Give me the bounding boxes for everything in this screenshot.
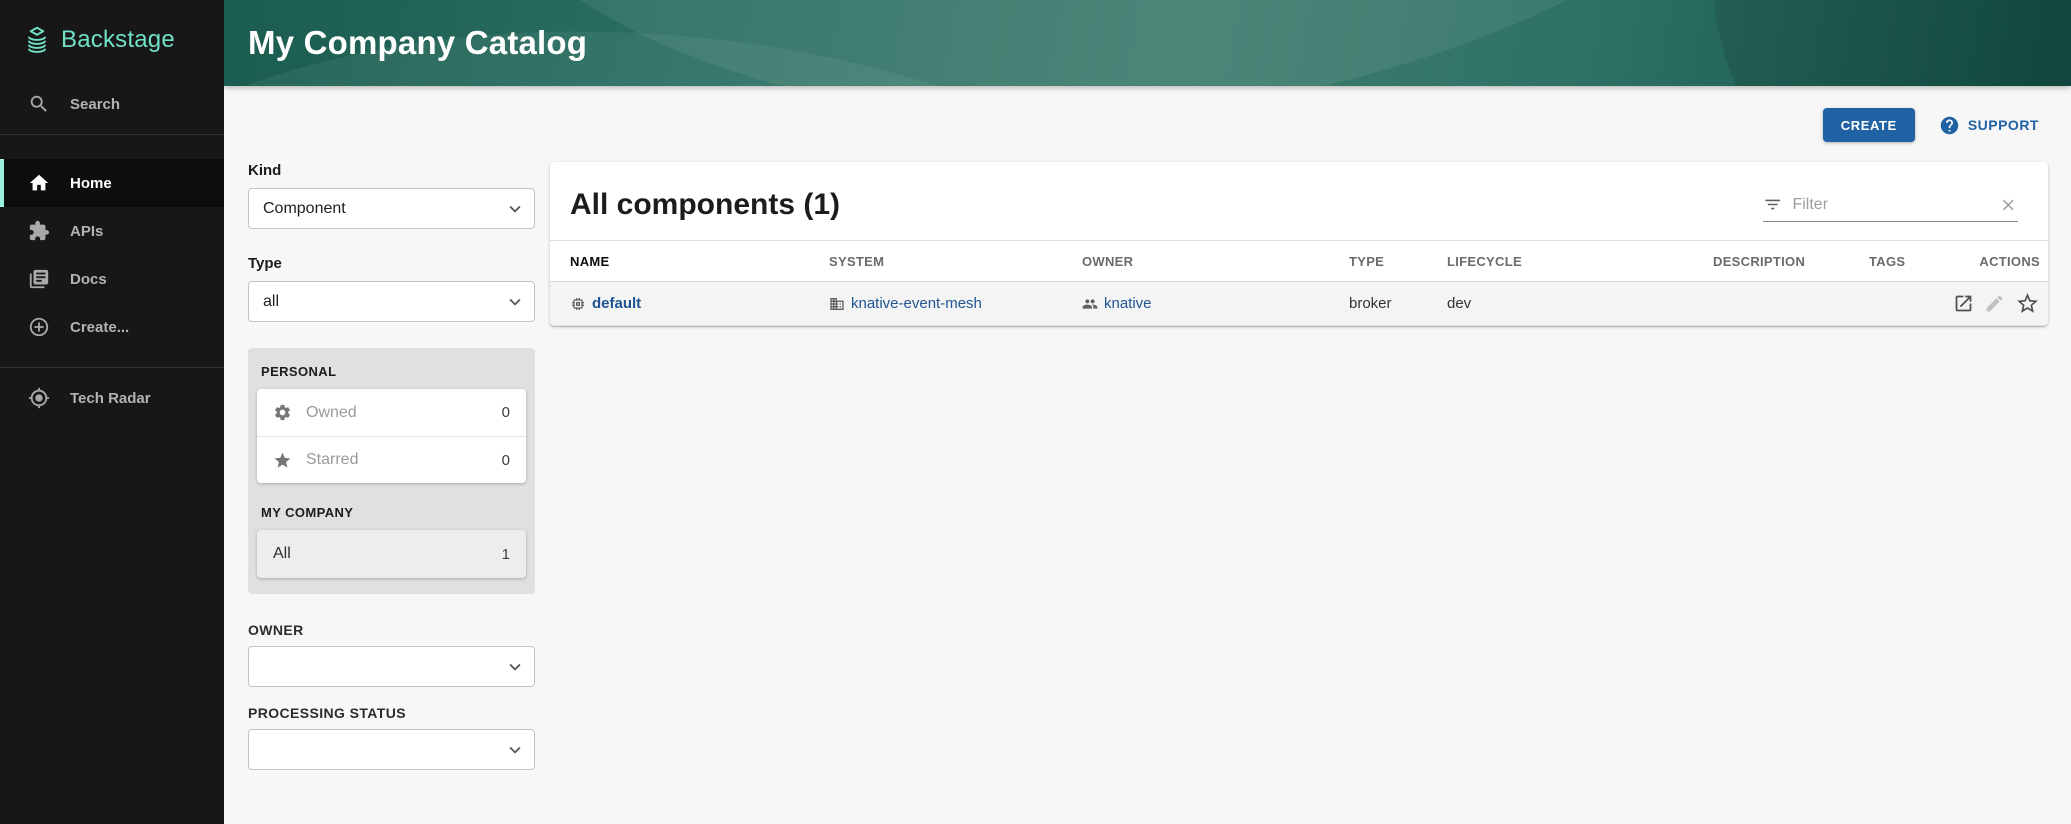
column-header-name[interactable]: NAME (570, 254, 829, 269)
support-button[interactable]: SUPPORT (1939, 115, 2039, 136)
kind-select-value: Component (263, 200, 346, 218)
processing-status-select[interactable] (248, 729, 535, 770)
type-label: Type (248, 255, 535, 272)
company-section-title: MY COMPANY (261, 505, 526, 520)
catalog-card: All components (1) NAME SYSTEM OWNER TYP… (550, 162, 2048, 326)
chevron-down-icon (504, 198, 526, 220)
puzzle-icon (28, 220, 50, 242)
row-actions (1949, 291, 2040, 316)
entity-link-default[interactable]: default (592, 295, 641, 312)
personal-section-title: PERSONAL (261, 364, 526, 379)
cell-type: broker (1349, 295, 1447, 312)
edit-icon[interactable] (1984, 293, 2005, 314)
table-filter-input[interactable] (1792, 196, 1999, 214)
sidebar-item-tech-radar[interactable]: Tech Radar (0, 374, 224, 422)
backstage-logo-icon (22, 25, 52, 55)
picker-item-label: Starred (306, 451, 502, 469)
create-button[interactable]: CREATE (1823, 108, 1915, 142)
type-select-value: all (263, 293, 279, 311)
home-icon (28, 172, 50, 194)
picker-item-count: 0 (502, 452, 510, 469)
column-header-system[interactable]: SYSTEM (829, 254, 1082, 269)
picker-item-count: 1 (502, 546, 510, 563)
backstage-logo-text: Backstage (61, 26, 175, 54)
sidebar-item-apis[interactable]: APIs (0, 207, 224, 255)
open-in-new-icon[interactable] (1953, 293, 1974, 314)
column-header-owner[interactable]: OWNER (1082, 254, 1349, 269)
catalog-table: NAME SYSTEM OWNER TYPE LIFECYCLE DESCRIP… (550, 240, 2048, 326)
column-header-description[interactable]: DESCRIPTION (1713, 254, 1869, 269)
sidebar-item-search[interactable]: Search (0, 80, 224, 128)
plus-circle-icon (28, 316, 50, 338)
processing-status-label: PROCESSING STATUS (248, 705, 535, 721)
kind-label: Kind (248, 162, 535, 179)
sidebar-item-docs[interactable]: Docs (0, 255, 224, 303)
support-label: SUPPORT (1968, 117, 2039, 133)
owner-link[interactable]: knative (1104, 295, 1152, 312)
system-link[interactable]: knative-event-mesh (851, 295, 982, 312)
page-title: My Company Catalog (248, 24, 587, 62)
sidebar-item-label: APIs (70, 223, 103, 240)
sidebar-item-create[interactable]: Create... (0, 303, 224, 351)
owner-label: OWNER (248, 622, 535, 638)
kind-select[interactable]: Component (248, 188, 535, 229)
gear-icon (273, 403, 292, 422)
picker-item-label: All (273, 545, 502, 563)
star-outline-icon[interactable] (2015, 291, 2040, 316)
picker-item-count: 0 (502, 404, 510, 421)
sidebar-divider (0, 134, 224, 135)
chevron-down-icon (504, 739, 526, 761)
column-header-tags[interactable]: TAGS (1869, 254, 1949, 269)
page-header: My Company Catalog (224, 0, 2071, 86)
cell-lifecycle: dev (1447, 295, 1713, 312)
table-header-row: NAME SYSTEM OWNER TYPE LIFECYCLE DESCRIP… (550, 240, 2048, 282)
clear-filter-icon[interactable] (1999, 195, 2018, 215)
star-icon (273, 451, 292, 470)
type-select[interactable]: all (248, 281, 535, 322)
picker-item-owned[interactable]: Owned 0 (257, 389, 526, 436)
column-header-lifecycle[interactable]: LIFECYCLE (1447, 254, 1713, 269)
component-chip-icon (570, 296, 586, 312)
chevron-down-icon (504, 656, 526, 678)
picker-item-starred[interactable]: Starred 0 (257, 436, 526, 483)
catalog-title: All components (1) (570, 188, 840, 222)
picker-item-label: Owned (306, 404, 502, 422)
table-filter (1763, 194, 2018, 222)
sidebar-item-label: Create... (70, 319, 129, 336)
radar-icon (28, 387, 50, 409)
sidebar-item-label: Search (70, 96, 120, 113)
system-building-icon (829, 296, 845, 312)
owner-select[interactable] (248, 646, 535, 687)
filter-list-icon (1763, 194, 1782, 215)
search-icon (28, 93, 50, 115)
filters-panel: Kind Component Type all PERSONAL Owned 0… (248, 162, 535, 796)
table-row: default knative-event-mesh knative broke… (550, 282, 2048, 326)
picker-item-all[interactable]: All 1 (257, 530, 526, 578)
chevron-down-icon (504, 291, 526, 313)
column-header-type[interactable]: TYPE (1349, 254, 1447, 269)
sidebar-item-home[interactable]: Home (0, 159, 224, 207)
sidebar-spacer (0, 141, 224, 159)
entity-picker-card: PERSONAL Owned 0 Starred 0 MY COMPANY Al… (248, 348, 535, 594)
sidebar-item-label: Home (70, 175, 112, 192)
backstage-logo[interactable]: Backstage (0, 0, 224, 80)
group-icon (1082, 296, 1098, 312)
docs-icon (28, 268, 50, 290)
sidebar-divider (0, 367, 224, 368)
personal-picker: Owned 0 Starred 0 (257, 389, 526, 483)
sidebar-item-label: Docs (70, 271, 107, 288)
column-header-actions: ACTIONS (1949, 254, 2040, 269)
sidebar: Backstage Search Home APIs Docs Create..… (0, 0, 224, 824)
sidebar-item-label: Tech Radar (70, 390, 151, 407)
help-icon (1939, 115, 1960, 136)
toolbar: CREATE SUPPORT (1823, 108, 2039, 142)
header-wave-decoration (1618, 0, 2071, 86)
